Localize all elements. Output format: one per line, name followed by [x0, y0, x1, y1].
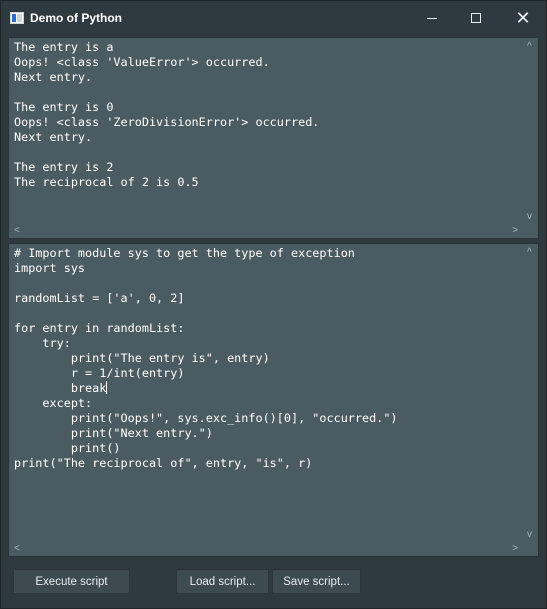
- maximize-button[interactable]: [453, 1, 499, 35]
- output-text: The entry is a Oops! <class 'ValueError'…: [14, 40, 320, 189]
- scroll-right-arrow-icon[interactable]: >: [512, 544, 518, 554]
- code-editor[interactable]: # Import module sys to get the type of e…: [14, 246, 518, 540]
- save-script-button[interactable]: Save script...: [272, 569, 361, 594]
- output-panel[interactable]: The entry is a Oops! <class 'ValueError'…: [8, 37, 539, 239]
- app-window: Demo of Python ✕ The entry is a Oops! <c…: [0, 0, 547, 609]
- editor-panel[interactable]: # Import module sys to get the type of e…: [8, 243, 539, 557]
- execute-script-button[interactable]: Execute script: [13, 569, 130, 594]
- scroll-up-arrow-icon[interactable]: ^: [527, 42, 532, 52]
- scroll-right-arrow-icon[interactable]: >: [512, 226, 518, 236]
- scroll-down-arrow-icon[interactable]: v: [527, 530, 532, 540]
- scroll-down-arrow-icon[interactable]: v: [527, 212, 532, 222]
- minimize-icon: [427, 17, 437, 19]
- text-caret: [106, 381, 108, 394]
- load-script-button[interactable]: Load script...: [176, 569, 269, 594]
- close-icon: ✕: [515, 7, 531, 28]
- minimize-button[interactable]: [409, 1, 455, 35]
- editor-horizontal-scrollbar[interactable]: < >: [9, 542, 538, 556]
- code-text-after-caret: except: print("Oops!", sys.exc_info()[0]…: [14, 396, 398, 470]
- window-title: Demo of Python: [30, 11, 122, 25]
- editor-vertical-scrollbar[interactable]: ^ v: [524, 244, 538, 542]
- code-text-before-caret: # Import module sys to get the type of e…: [14, 246, 355, 395]
- title-bar[interactable]: Demo of Python ✕: [1, 1, 546, 35]
- scroll-left-arrow-icon[interactable]: <: [14, 544, 20, 554]
- output-vertical-scrollbar[interactable]: ^ v: [524, 38, 538, 224]
- scroll-up-arrow-icon[interactable]: ^: [527, 248, 532, 258]
- app-icon: [10, 12, 24, 24]
- close-button[interactable]: ✕: [500, 1, 546, 35]
- maximize-icon: [471, 13, 481, 23]
- scroll-left-arrow-icon[interactable]: <: [14, 226, 20, 236]
- output-horizontal-scrollbar[interactable]: < >: [9, 224, 538, 238]
